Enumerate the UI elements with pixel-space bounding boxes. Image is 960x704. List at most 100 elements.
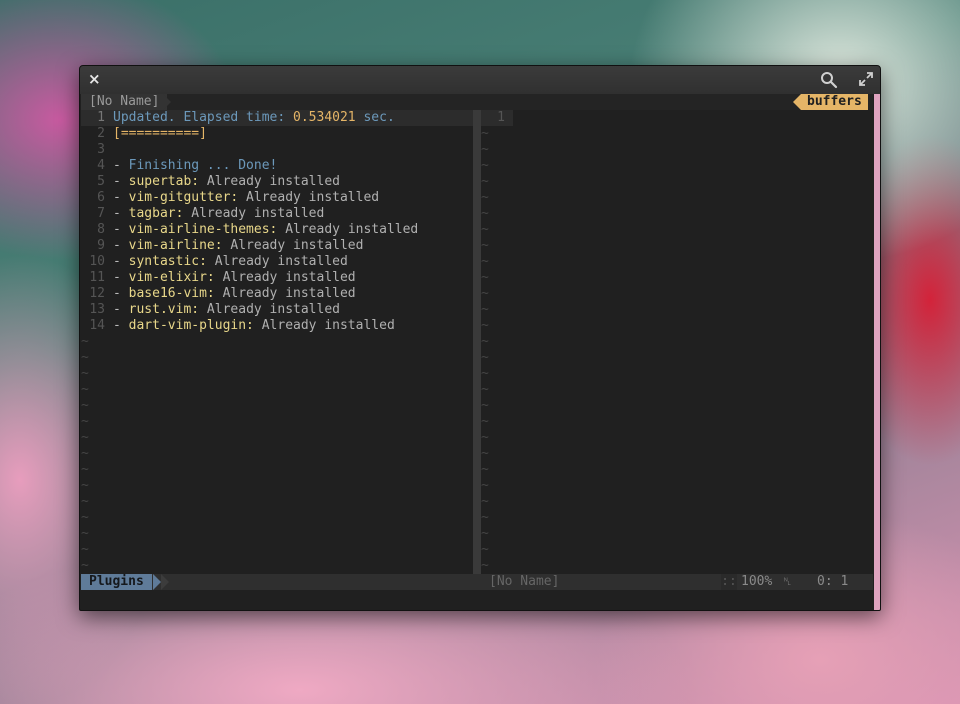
line-text: base16-vim:	[128, 286, 215, 301]
line-text: Already installed	[214, 270, 356, 285]
empty-line-marker: ~	[481, 430, 489, 445]
tab-separator-arrow	[163, 94, 171, 110]
line-number: 12	[89, 286, 105, 301]
line-number: 1	[97, 110, 105, 125]
search-icon[interactable]	[820, 71, 838, 89]
empty-line-marker: ~	[81, 558, 89, 573]
buffer-line: 1 Updated. Elapsed time: 0.534021 sec.	[81, 110, 473, 126]
empty-line-marker: ~	[481, 142, 489, 157]
line-number: 6	[97, 190, 105, 205]
buffer-line: 9- vim-airline: Already installed	[81, 238, 473, 254]
empty-line-marker: ~	[481, 206, 489, 221]
left-pane-plugins[interactable]: 1 Updated. Elapsed time: 0.534021 sec. 2 [=…	[81, 110, 473, 574]
line-number: 2	[97, 126, 105, 141]
line-text: tagbar:	[128, 206, 184, 221]
status-gap-arrow	[161, 574, 169, 590]
line-text: -	[113, 270, 129, 285]
line-text: rust.vim:	[128, 302, 200, 317]
empty-line-marker: ~	[481, 286, 489, 301]
buffer-line: 7- tagbar: Already installed	[81, 206, 473, 222]
buffers-separator-arrow	[793, 94, 801, 110]
line-number: 8	[97, 222, 105, 237]
empty-line-marker: ~	[481, 414, 489, 429]
line-text: -	[113, 174, 129, 189]
line-text: Already installed	[183, 206, 325, 221]
status-right-filename: [No Name]	[489, 574, 560, 589]
empty-line-marker: ~	[81, 398, 89, 413]
empty-line-marker: ~	[481, 334, 489, 349]
empty-line-marker: ~	[481, 174, 489, 189]
tab-no-name[interactable]: [No Name]	[81, 94, 168, 110]
status-percent: 100%	[741, 574, 773, 589]
terminal-window: × [No Name] buffers 1 Updated. Elapsed ti…	[79, 65, 881, 611]
status-left-fill	[161, 574, 473, 590]
right-pane-no-name[interactable]: 1 ~ ~ ~ ~ ~ ~ ~ ~ ~ ~ ~ ~ ~ ~ ~ ~ ~ ~ ~ ~ ~ ~ ~ ~ ~ ~ ~ ~	[481, 110, 873, 574]
command-line[interactable]	[81, 590, 873, 610]
line-number: 5	[97, 174, 105, 189]
line-number: 4	[97, 158, 105, 173]
line-text: -	[113, 254, 129, 269]
buffer-line: 2 [==========]	[81, 126, 473, 142]
title-bar: ×	[80, 66, 880, 94]
status-position: 0: 1	[817, 574, 849, 589]
tab-buffers[interactable]: buffers	[801, 94, 868, 110]
empty-line-marker: ~	[481, 190, 489, 205]
status-bar: Plugins [No Name] :: 100% ␤ 0: 1	[81, 574, 873, 590]
maximize-icon[interactable]	[858, 71, 874, 87]
line-text: vim-gitgutter:	[128, 190, 239, 205]
status-mode-plugins: Plugins	[81, 574, 152, 590]
empty-line-marker: ~	[481, 302, 489, 317]
empty-line-marker: ~	[481, 126, 489, 141]
line-text: Updated. Elapsed time:	[113, 110, 294, 125]
empty-line-marker: ~	[81, 414, 89, 429]
empty-line-marker: ~	[481, 526, 489, 541]
empty-line-marker: ~	[481, 558, 489, 573]
line-text: vim-airline:	[128, 238, 223, 253]
line-text: -	[113, 286, 129, 301]
empty-line-marker: ~	[81, 478, 89, 493]
empty-line-marker: ~	[481, 238, 489, 253]
line-text: Already installed	[222, 238, 364, 253]
line-text: supertab:	[128, 174, 200, 189]
empty-line-marker: ~	[481, 398, 489, 413]
buffer-line: 8- vim-airline-themes: Already installed	[81, 222, 473, 238]
empty-line-marker: ~	[481, 446, 489, 461]
vim-editor[interactable]: [No Name] buffers 1 Updated. Elapsed time…	[81, 94, 873, 610]
buffer-line: 11- vim-elixir: Already installed	[81, 270, 473, 286]
line-text: -	[113, 158, 129, 173]
empty-line-marker: ~	[481, 270, 489, 285]
empty-line-marker: ~	[481, 382, 489, 397]
buffer-line: 1	[481, 110, 873, 126]
vertical-split-divider[interactable]	[473, 110, 481, 590]
line-text: 0.534021	[293, 110, 356, 125]
line-text: Finishing ... Done!	[128, 158, 278, 173]
empty-line-marker: ~	[81, 350, 89, 365]
empty-line-marker: ~	[81, 430, 89, 445]
empty-line-marker: ~	[481, 366, 489, 381]
empty-line-marker: ~	[481, 222, 489, 237]
line-number: 13	[89, 302, 105, 317]
empty-line-marker: ~	[81, 526, 89, 541]
empty-line-marker: ~	[81, 366, 89, 381]
line-number: 7	[97, 206, 105, 221]
line-text: Already installed	[277, 222, 419, 237]
empty-line-marker: ~	[481, 254, 489, 269]
line-text: Already installed	[214, 286, 356, 301]
buffer-line: 3	[81, 142, 473, 158]
close-icon[interactable]: ×	[88, 70, 101, 88]
line-text: -	[113, 318, 129, 333]
buffer-line: 10- syntastic: Already installed	[81, 254, 473, 270]
line-number: 11	[89, 270, 105, 285]
line-text: Already installed	[199, 302, 340, 317]
line-text: vim-airline-themes:	[128, 222, 278, 237]
empty-line-marker: ~	[81, 494, 89, 509]
empty-line-marker: ~	[481, 478, 489, 493]
line-number: 1	[481, 110, 513, 126]
empty-line-marker: ~	[81, 462, 89, 477]
empty-line-marker: ~	[81, 510, 89, 525]
status-mode-arrow	[153, 574, 161, 590]
empty-line-marker: ~	[481, 494, 489, 509]
line-text: -	[113, 190, 129, 205]
line-text: dart-vim-plugin:	[128, 318, 254, 333]
line-number: 9	[97, 238, 105, 253]
